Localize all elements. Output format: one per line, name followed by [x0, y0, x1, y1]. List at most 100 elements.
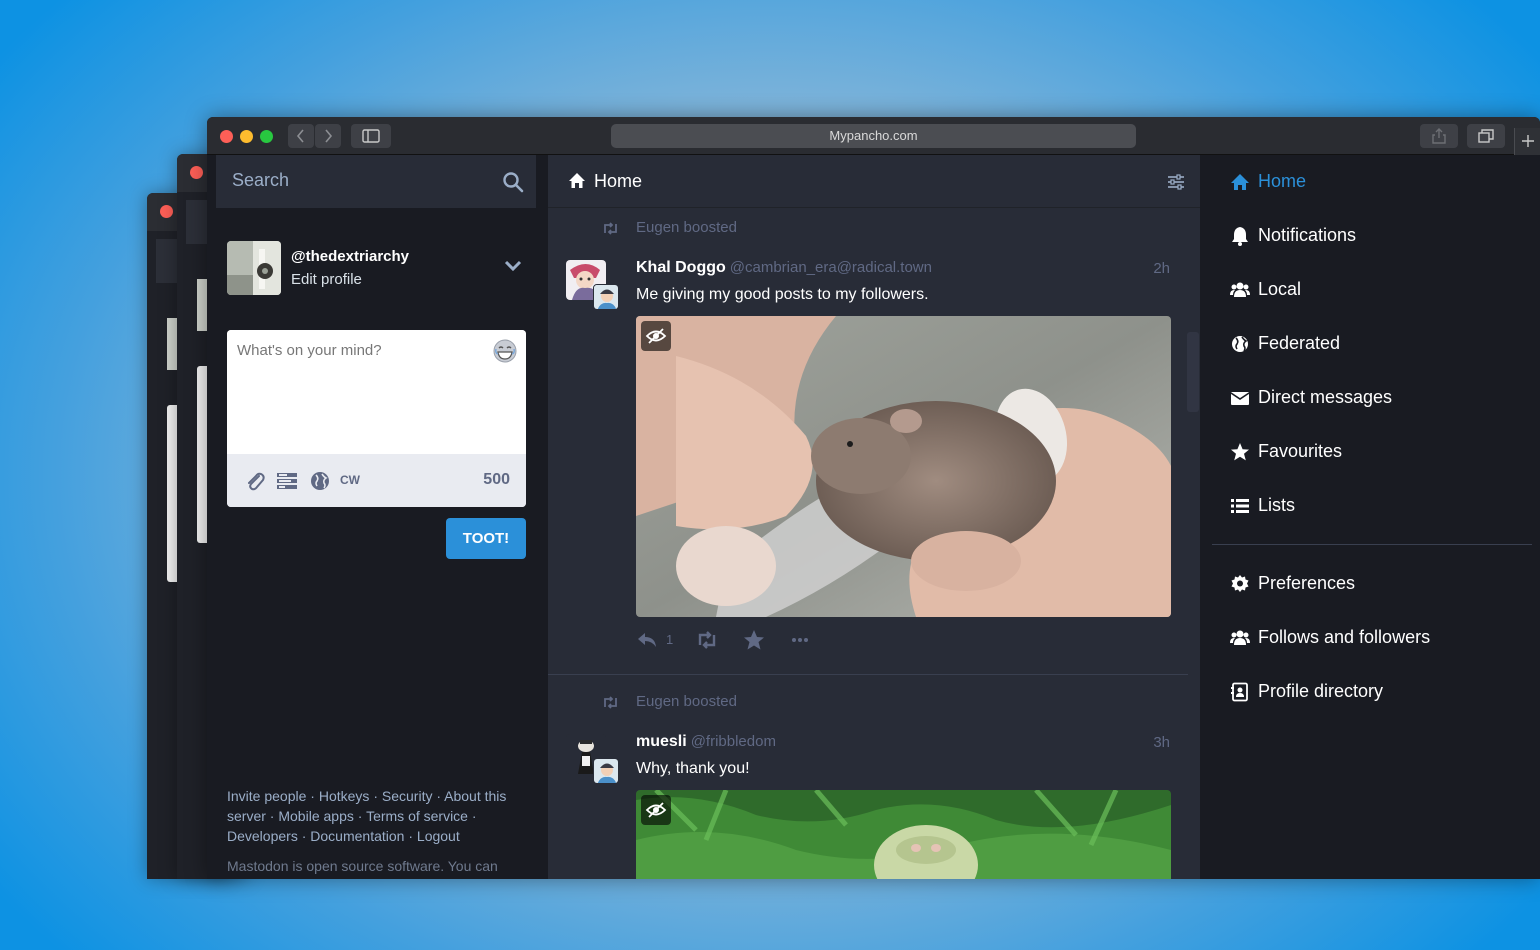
avatar-image [594, 285, 618, 309]
hide-media-button[interactable] [641, 795, 671, 825]
toot-button[interactable]: TOOT! [446, 518, 526, 559]
close-window-button[interactable] [220, 130, 233, 143]
booster-avatar[interactable] [593, 758, 619, 784]
compose-column: @thedextriarchy Edit profile CW 500 TOOT… [207, 155, 547, 879]
nav-label: Profile directory [1258, 681, 1384, 701]
list-icon [1231, 499, 1249, 513]
status-timestamp[interactable]: 3h [1153, 734, 1170, 751]
footer-links: Invite people · Hotkeys · Security · Abo… [227, 788, 507, 844]
minimize-window-button[interactable] [240, 130, 253, 143]
reply-count: 1 [666, 632, 674, 647]
nav-item-follows-and-followers[interactable]: Follows and followers [1230, 626, 1530, 650]
account-handle: @cambrian_era@radical.town [729, 259, 932, 276]
footer-link-mobile-apps[interactable]: Mobile apps [278, 808, 354, 824]
avatar-image [227, 241, 281, 295]
edit-profile-link[interactable]: Edit profile [291, 271, 362, 288]
emoji-picker-icon[interactable] [493, 339, 517, 363]
address-bar[interactable]: Mypancho.com [611, 124, 1136, 148]
status-action-bar: 1 [636, 629, 836, 651]
media-attachment[interactable] [636, 316, 1171, 617]
browser-window: Mypancho.com @thedextriarchy Edit profil… [207, 117, 1540, 879]
footer-link-developers[interactable]: Developers [227, 828, 298, 844]
nav-item-local[interactable]: Local [1230, 278, 1530, 302]
media-image [636, 316, 1171, 617]
display-name: muesli [636, 733, 687, 750]
status-item[interactable]: Eugen boosted Khal Doggo @cambrian_era@ra… [548, 208, 1188, 674]
footer-link-security[interactable]: Security [382, 788, 433, 804]
footer-link-hotkeys[interactable]: Hotkeys [319, 788, 370, 804]
status-display-name[interactable]: Khal Doggo @cambrian_era@radical.town [636, 259, 932, 277]
globe-icon[interactable] [309, 470, 331, 492]
status-content: Me giving my good posts to my followers. [636, 286, 929, 303]
footer-link-logout[interactable]: Logout [417, 828, 460, 844]
nav-item-preferences[interactable]: Preferences [1230, 572, 1530, 596]
chevron-left-icon [296, 129, 304, 143]
nav-item-favourites[interactable]: Favourites [1230, 440, 1530, 464]
status-item[interactable]: Eugen boosted muesli @fribbledom 3h Why, … [548, 682, 1188, 879]
hide-media-button[interactable] [641, 321, 671, 351]
booster-avatar[interactable] [593, 284, 619, 310]
search-input[interactable] [232, 170, 482, 191]
media-attachment[interactable] [636, 790, 1171, 879]
status-display-name[interactable]: muesli @fribbledom [636, 733, 776, 751]
timeline-scrollbar[interactable] [1187, 332, 1199, 412]
nav-label: Federated [1258, 333, 1341, 353]
close-dot-icon [160, 205, 173, 218]
content-warning-toggle[interactable]: CW [340, 473, 360, 487]
compose-toolbar: CW 500 [227, 454, 526, 507]
boost-icon[interactable] [696, 629, 718, 651]
nav-label: Preferences [1258, 573, 1356, 593]
plus-icon [1521, 135, 1534, 147]
status-timestamp[interactable]: 2h [1153, 260, 1170, 277]
media-image [636, 790, 1171, 879]
zoom-window-button[interactable] [260, 130, 273, 143]
star-icon[interactable] [743, 629, 765, 651]
avatar[interactable] [227, 241, 281, 295]
boosted-by-label: Eugen boosted [636, 693, 737, 710]
gear-icon [1231, 575, 1249, 592]
chevron-down-icon[interactable] [504, 259, 522, 273]
nav-label: Favourites [1258, 441, 1343, 461]
column-title: Home [594, 171, 643, 191]
reply-icon[interactable] [636, 629, 658, 651]
home-timeline-column: Home Eugen boosted Khal Doggo @cambrian_e… [548, 155, 1200, 879]
sidebar-toggle-button[interactable] [351, 124, 391, 148]
sliders-icon[interactable] [1167, 174, 1185, 190]
open-source-notice: Mastodon is open source software. You ca… [227, 858, 498, 874]
nav-divider [1212, 544, 1532, 545]
home-icon [1231, 174, 1249, 190]
poll-icon[interactable] [276, 470, 298, 492]
eye-slash-icon [645, 802, 667, 818]
avatar-image [594, 759, 618, 783]
nav-item-direct-messages[interactable]: Direct messages [1230, 386, 1530, 410]
account-handle: @fribbledom [690, 733, 776, 750]
address-book-icon [1231, 682, 1248, 702]
compose-textarea[interactable] [227, 330, 526, 454]
nav-item-lists[interactable]: Lists [1230, 494, 1530, 518]
globe-icon [1232, 336, 1248, 352]
paperclip-icon[interactable] [244, 470, 266, 492]
footer-link-documentation[interactable]: Documentation [310, 828, 404, 844]
footer-link-invite[interactable]: Invite people [227, 788, 306, 804]
footer-link-terms[interactable]: Terms of service [366, 808, 468, 824]
back-button[interactable] [288, 124, 314, 148]
search-bar [216, 155, 536, 208]
nav-item-home[interactable]: Home [1230, 170, 1530, 194]
nav-item-federated[interactable]: Federated [1230, 332, 1530, 356]
eye-slash-icon [645, 328, 667, 344]
compose-form: CW 500 [227, 330, 526, 507]
search-icon[interactable] [502, 171, 524, 193]
nav-item-notifications[interactable]: Notifications [1230, 224, 1530, 248]
share-button[interactable] [1420, 124, 1458, 148]
home-icon [569, 173, 585, 188]
star-icon [1231, 443, 1249, 461]
tabs-icon [1478, 129, 1494, 143]
nav-item-profile-directory[interactable]: Profile directory [1230, 680, 1530, 704]
ellipsis-icon[interactable] [789, 629, 811, 651]
forward-button[interactable] [315, 124, 341, 148]
new-tab-button[interactable] [1514, 128, 1540, 155]
column-header[interactable]: Home [548, 155, 1200, 208]
nav-label: Local [1258, 279, 1302, 299]
tabs-overview-button[interactable] [1467, 124, 1505, 148]
bell-icon [1232, 227, 1248, 246]
